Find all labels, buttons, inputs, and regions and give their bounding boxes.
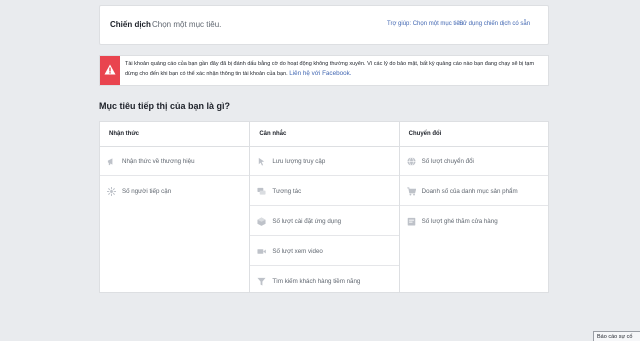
- column-header-consideration: Cân nhắc: [259, 131, 287, 137]
- contact-facebook-link[interactable]: Liên hệ với Facebook.: [289, 70, 351, 77]
- reach-icon: [107, 187, 116, 196]
- objective-label: Số lượt ghé thăm cửa hàng: [421, 218, 498, 225]
- objective-store-visits[interactable]: Số lượt ghé thăm cửa hàng: [400, 207, 548, 236]
- account-flagged-alert: Tài khoản quảng cáo của bạn gần đây đã b…: [99, 55, 549, 86]
- help-choose-objective-link[interactable]: Trợ giúp: Chọn một mục tiêu: [387, 21, 463, 27]
- objective-label: Số lượt xem video: [272, 248, 323, 255]
- cursor-icon: [259, 157, 265, 166]
- objective-engagement[interactable]: Tương tác: [250, 177, 399, 206]
- objective-label: Tương tác: [272, 188, 302, 195]
- column-header-conversion: Chuyển đổi: [408, 131, 442, 137]
- objective-label: Số lượt cài đặt ứng dụng: [272, 218, 342, 225]
- column-consideration: Cân nhắc Lưu lượng truy cập Tương tác Số…: [249, 122, 399, 292]
- objective-heading: Mục tiêu tiếp thị của bạn là gì?: [99, 101, 231, 111]
- app-cube-icon: [257, 217, 266, 226]
- objective-conversions[interactable]: Số lượt chuyển đổi: [399, 147, 548, 176]
- objective-brand-awareness[interactable]: Nhận thức về thương hiệu: [100, 147, 250, 176]
- objective-label: Lưu lượng truy cập: [272, 158, 326, 165]
- video-icon: [257, 249, 267, 254]
- column-conversion: Chuyển đổi Số lượt chuyển đổi Doanh số c…: [398, 122, 548, 292]
- store-icon: [407, 217, 415, 226]
- use-existing-campaign-link[interactable]: Sử dụng chiến dịch có sẵn: [459, 21, 530, 27]
- alert-message: Tài khoản quảng cáo của bạn gần đây đã b…: [125, 60, 545, 79]
- report-problem-button[interactable]: Báo cáo sự cố: [593, 331, 640, 341]
- funnel-icon: [257, 277, 266, 286]
- alert-bar: [100, 56, 120, 85]
- objective-label: Số người tiếp cận: [122, 188, 172, 195]
- campaign-title: Chiến dịch: [110, 20, 151, 29]
- objective-label: Nhận thức về thương hiệu: [122, 158, 195, 165]
- objectives-grid: Nhận thức Nhận thức về thương hiệu Số ng…: [99, 121, 549, 293]
- objective-traffic[interactable]: Lưu lượng truy cập: [250, 147, 399, 176]
- objective-label: Số lượt chuyển đổi: [421, 158, 474, 165]
- campaign-header-card: Chiến dịch Chọn một mục tiêu. Trợ giúp: …: [99, 5, 549, 45]
- objective-label: Tìm kiếm khách hàng tiềm năng: [272, 278, 361, 285]
- warning-icon: [104, 64, 116, 75]
- campaign-subtitle: Chọn một mục tiêu.: [152, 20, 222, 29]
- objective-label: Doanh số của danh mục sản phẩm: [421, 188, 518, 195]
- chat-icon: [257, 187, 266, 195]
- megaphone-icon: [107, 158, 113, 166]
- globe-icon: [407, 157, 416, 166]
- column-awareness: Nhận thức Nhận thức về thương hiệu Số ng…: [100, 122, 250, 292]
- objective-app-installs[interactable]: Số lượt cài đặt ứng dụng: [250, 207, 399, 236]
- column-header-awareness: Nhận thức: [109, 131, 140, 137]
- cart-icon: [406, 187, 416, 196]
- objective-reach[interactable]: Số người tiếp cận: [100, 177, 249, 206]
- objective-lead-generation[interactable]: Tìm kiếm khách hàng tiềm năng: [250, 267, 398, 296]
- objective-video-views[interactable]: Số lượt xem video: [250, 237, 399, 266]
- objective-catalog-sales[interactable]: Doanh số của danh mục sản phẩm: [399, 177, 548, 206]
